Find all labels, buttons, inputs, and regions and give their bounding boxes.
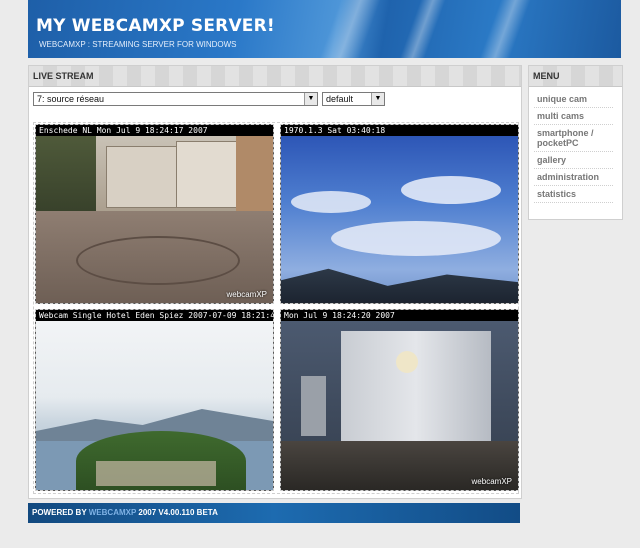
chevron-down-icon[interactable]: ▼: [304, 93, 317, 105]
camera-overlay-text: Enschede NL Mon Jul 9 18:24:17 2007: [36, 125, 273, 136]
camera-image-lake: [36, 321, 273, 490]
site-footer: POWERED BY WEBCAMXP 2007 V4.00.110 BETA: [28, 503, 520, 523]
camera-image-street: [36, 136, 273, 303]
header-decoration: [471, 0, 535, 58]
menu-item-smartphone[interactable]: smartphone / pocketPC: [534, 125, 613, 152]
source-select-value: 7: source réseau: [37, 94, 105, 104]
quality-select-value: default: [326, 94, 354, 104]
camera-view[interactable]: Webcam Single Hotel Eden Spiez 2007-07-0…: [35, 309, 274, 491]
camera-overlay-text: Webcam Single Hotel Eden Spiez 2007-07-0…: [36, 310, 273, 321]
source-select[interactable]: 7: source réseau ▼: [33, 92, 318, 106]
menu-item-unique-cam[interactable]: unique cam: [534, 91, 613, 108]
menu-item-administration[interactable]: administration: [534, 169, 613, 186]
site-subtitle: WEBCAMXP : STREAMING SERVER FOR WINDOWS: [39, 40, 237, 49]
menu-item-multi-cams[interactable]: multi cams: [534, 108, 613, 125]
footer-prefix: POWERED BY: [32, 508, 89, 517]
camera-view[interactable]: Mon Jul 9 18:24:20 2007 webcamXP: [280, 309, 519, 491]
site-header: MY WEBCAMXP SERVER! WEBCAMXP : STREAMING…: [28, 0, 621, 58]
menu-item-gallery[interactable]: gallery: [534, 152, 613, 169]
menu-heading: MENU: [529, 66, 622, 87]
live-stream-panel: LIVE STREAM 7: source réseau ▼ default ▼…: [28, 65, 522, 499]
header-decoration: [391, 0, 450, 58]
chevron-down-icon[interactable]: ▼: [371, 93, 384, 105]
menu-item-statistics[interactable]: statistics: [534, 186, 613, 203]
footer-version: 2007 V4.00.110 BETA: [136, 508, 218, 517]
footer-brand-link[interactable]: WEBCAMXP: [89, 508, 136, 517]
menu-panel: MENU unique cam multi cams smartphone / …: [528, 65, 623, 220]
live-stream-heading: LIVE STREAM: [29, 66, 521, 87]
camera-grid: Enschede NL Mon Jul 9 18:24:17 2007 webc…: [33, 122, 519, 494]
camera-view[interactable]: 1970.1.3 Sat 03:40:18: [280, 124, 519, 304]
site-title: MY WEBCAMXP SERVER!: [36, 16, 275, 36]
camera-overlay-text: 1970.1.3 Sat 03:40:18: [281, 125, 518, 136]
camera-watermark: webcamXP: [471, 477, 512, 486]
camera-view[interactable]: Enschede NL Mon Jul 9 18:24:17 2007 webc…: [35, 124, 274, 304]
camera-image-church: [281, 321, 518, 490]
camera-image-sky: [281, 136, 518, 303]
camera-overlay-text: Mon Jul 9 18:24:20 2007: [281, 310, 518, 321]
header-decoration: [311, 0, 385, 58]
menu-list: unique cam multi cams smartphone / pocke…: [529, 91, 622, 203]
camera-watermark: webcamXP: [226, 290, 267, 299]
quality-select[interactable]: default ▼: [322, 92, 385, 106]
